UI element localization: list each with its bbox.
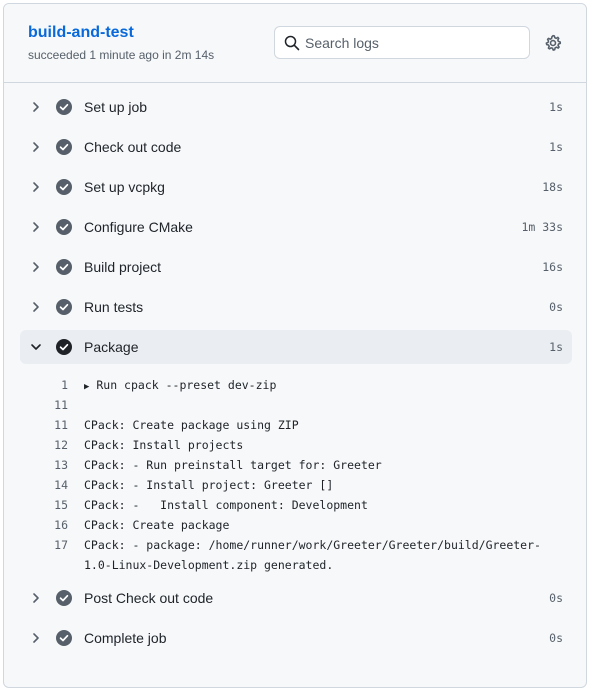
step-set-up-vcpkg[interactable]: Set up vcpkg 18s <box>20 170 572 204</box>
steps-list: Set up job 1s Check out code 1s Set up vcpkg… <box>4 90 586 661</box>
check-circle-icon <box>56 179 72 195</box>
check-circle-icon <box>56 139 72 155</box>
check-circle-icon <box>56 590 72 606</box>
step-run-tests[interactable]: Run tests 0s <box>20 290 572 324</box>
job-header: build-and-test succeeded 1 minute ago in… <box>4 4 586 83</box>
step-name: Check out code <box>84 139 182 155</box>
step-name: Configure CMake <box>84 219 193 235</box>
step-build-project[interactable]: Build project 16s <box>20 250 572 284</box>
chevron-down-icon[interactable] <box>30 341 42 353</box>
log-line-number[interactable]: 1 <box>20 378 68 392</box>
log-line-number[interactable]: 16 <box>20 518 68 532</box>
log-line-text: Run cpack --preset dev-zip <box>96 378 277 392</box>
search-logs-box[interactable] <box>274 26 530 59</box>
step-name: Build project <box>84 259 162 275</box>
log-line-text: CPack: - Install component: Development <box>84 498 368 512</box>
step-name: Set up job <box>84 99 148 115</box>
log-line-text: CPack: - Install project: Greeter [] <box>84 478 334 492</box>
log-line-number[interactable]: 11 <box>20 398 68 412</box>
log-line-number[interactable]: 11 <box>20 418 68 432</box>
chevron-right-icon[interactable] <box>30 301 42 313</box>
job-log-panel: build-and-test succeeded 1 minute ago in… <box>3 3 587 688</box>
log-line-text: CPack: Create package <box>84 518 230 532</box>
step-duration: 0s <box>549 631 563 645</box>
check-circle-icon <box>56 299 72 315</box>
chevron-right-icon[interactable] <box>30 221 42 233</box>
step-log: 1 ▶ Run cpack --preset dev-zip 11 11 CPack: … <box>20 370 572 581</box>
chevron-right-icon[interactable] <box>30 101 42 113</box>
log-line: 17 CPack: - package: /home/runner/work/Gr… <box>20 535 572 575</box>
step-duration: 16s <box>542 260 563 274</box>
step-duration: 18s <box>542 180 563 194</box>
log-line-text: CPack: Create package using ZIP <box>84 418 299 432</box>
step-post-check-out-code[interactable]: Post Check out code 0s <box>20 581 572 615</box>
check-circle-icon <box>56 630 72 646</box>
step-duration: 0s <box>549 591 563 605</box>
chevron-right-icon[interactable] <box>30 261 42 273</box>
check-circle-icon <box>56 219 72 235</box>
search-icon <box>284 35 300 51</box>
chevron-right-icon[interactable] <box>30 141 42 153</box>
log-line: 15 CPack: - Install component: Developmen… <box>20 495 572 515</box>
step-complete-job[interactable]: Complete job 0s <box>20 621 572 655</box>
search-logs-input[interactable] <box>305 27 525 58</box>
log-line: 11 CPack: Create package using ZIP <box>20 415 572 435</box>
log-line: 11 <box>20 395 572 415</box>
step-name: Set up vcpkg <box>84 179 165 195</box>
log-line-number[interactable]: 17 <box>20 538 68 552</box>
step-configure-cmake[interactable]: Configure CMake 1m 33s <box>20 210 572 244</box>
gear-icon[interactable] <box>544 34 562 52</box>
chevron-right-icon[interactable] <box>30 632 42 644</box>
caret-right-icon: ▶ <box>84 382 90 392</box>
step-duration: 1s <box>549 100 563 114</box>
log-line: 16 CPack: Create package <box>20 515 572 535</box>
step-duration: 1m 33s <box>521 220 563 234</box>
step-name: Package <box>84 339 139 355</box>
chevron-right-icon[interactable] <box>30 592 42 604</box>
log-line-text: CPack: Install projects <box>84 438 244 452</box>
step-duration: 1s <box>549 340 563 354</box>
step-duration: 0s <box>549 300 563 314</box>
job-status-summary: succeeded 1 minute ago in 2m 14s <box>28 48 215 62</box>
log-line-number[interactable]: 14 <box>20 478 68 492</box>
log-line: 13 CPack: - Run preinstall target for: Gr… <box>20 455 572 475</box>
step-name: Run tests <box>84 299 144 315</box>
log-line: 12 CPack: Install projects <box>20 435 572 455</box>
log-line-number[interactable]: 13 <box>20 458 68 472</box>
check-circle-icon <box>56 99 72 115</box>
step-check-out-code[interactable]: Check out code 1s <box>20 130 572 164</box>
step-set-up-job[interactable]: Set up job 1s <box>20 90 572 124</box>
step-duration: 1s <box>549 140 563 154</box>
step-name: Complete job <box>84 630 167 646</box>
check-circle-icon <box>56 339 72 355</box>
job-title[interactable]: build-and-test <box>28 24 134 42</box>
log-line-text: CPack: - Run preinstall target for: Gree… <box>84 458 382 472</box>
log-line: 14 CPack: - Install project: Greeter [] <box>20 475 572 495</box>
step-package[interactable]: Package 1s <box>20 330 572 364</box>
chevron-right-icon[interactable] <box>30 181 42 193</box>
log-line-number[interactable]: 15 <box>20 498 68 512</box>
log-line-text: CPack: - package: /home/runner/work/Gree… <box>84 538 541 572</box>
step-name: Post Check out code <box>84 590 214 606</box>
check-circle-icon <box>56 259 72 275</box>
log-line-number[interactable]: 12 <box>20 438 68 452</box>
log-group-toggle[interactable]: ▶ Run cpack --preset dev-zip <box>84 375 564 397</box>
log-line: 1 ▶ Run cpack --preset dev-zip <box>20 375 572 395</box>
